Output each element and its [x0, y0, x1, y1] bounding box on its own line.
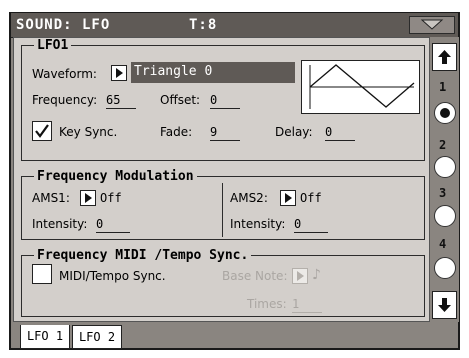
arrow-down-icon	[438, 298, 451, 312]
menu-triangle-icon	[420, 19, 444, 30]
ams2-select-button[interactable]	[280, 190, 296, 206]
page-3-label: 3	[439, 186, 447, 200]
intensity2-value[interactable]: 0	[294, 216, 328, 233]
midi-tempo-sync-label: MIDI/Tempo Sync.	[59, 269, 166, 283]
offset-value[interactable]: 0	[210, 92, 240, 109]
key-sync-checkbox[interactable]	[32, 121, 52, 141]
page-3-radio[interactable]	[434, 205, 456, 227]
screen-title: SOUND: LFO	[16, 17, 111, 33]
frequency-label: Frequency:	[32, 93, 98, 107]
waveform-select-button[interactable]	[111, 65, 127, 81]
freq-mod-group-label: Frequency Modulation	[34, 169, 197, 185]
intensity1-label: Intensity:	[32, 217, 88, 231]
page-1-radio[interactable]	[434, 102, 456, 124]
tempo-readout: T:8	[189, 17, 218, 33]
fade-label: Fade:	[160, 125, 193, 139]
page-1-label: 1	[439, 80, 447, 94]
midi-sync-group	[21, 255, 425, 317]
page-2-radio[interactable]	[434, 156, 456, 178]
checkmark-icon	[35, 124, 49, 138]
waveform-preview	[301, 60, 420, 114]
ams1-label: AMS1:	[32, 191, 70, 205]
lfo1-group-label: LFO1	[34, 38, 72, 54]
arrow-up-icon	[438, 50, 451, 64]
page-2-label: 2	[439, 138, 447, 152]
ams1-value[interactable]: Off	[100, 190, 122, 206]
frequency-value[interactable]: 65	[106, 92, 136, 109]
base-note-select-button[interactable]	[292, 268, 308, 284]
delay-label: Delay:	[275, 125, 313, 139]
tab-lfo1[interactable]: LFO 1	[20, 325, 70, 349]
scroll-up-button[interactable]	[432, 43, 457, 71]
page-menu-button[interactable]	[409, 16, 455, 34]
midi-sync-group-label: Frequency MIDI /Tempo Sync.	[34, 248, 252, 264]
tab-lfo2[interactable]: LFO 2	[72, 325, 122, 349]
key-sync-label: Key Sync.	[59, 125, 118, 139]
note-icon: ♪	[312, 267, 321, 283]
intensity2-label: Intensity:	[230, 217, 286, 231]
times-value[interactable]: 1	[292, 296, 322, 313]
ams2-label: AMS2:	[230, 191, 268, 205]
fade-value[interactable]: 9	[210, 124, 240, 141]
freq-mod-divider	[222, 183, 223, 237]
page-4-radio[interactable]	[434, 257, 456, 279]
waveform-field[interactable]: Triangle 0	[131, 62, 295, 83]
triangle-wave-icon	[309, 64, 415, 109]
page-4-label: 4	[439, 237, 447, 251]
midi-tempo-sync-checkbox[interactable]	[32, 264, 52, 284]
title-bar: SOUND: LFO T:8	[11, 13, 458, 38]
base-note-label: Base Note:	[222, 269, 288, 283]
waveform-value: Triangle 0	[134, 64, 213, 79]
offset-label: Offset:	[160, 93, 201, 107]
ams1-select-button[interactable]	[80, 190, 96, 206]
delay-value[interactable]: 0	[325, 124, 355, 141]
waveform-label: Waveform:	[32, 67, 97, 81]
ams2-value[interactable]: Off	[300, 190, 322, 206]
scroll-down-button[interactable]	[432, 291, 457, 319]
times-label: Times:	[247, 297, 287, 311]
intensity1-value[interactable]: 0	[96, 216, 130, 233]
